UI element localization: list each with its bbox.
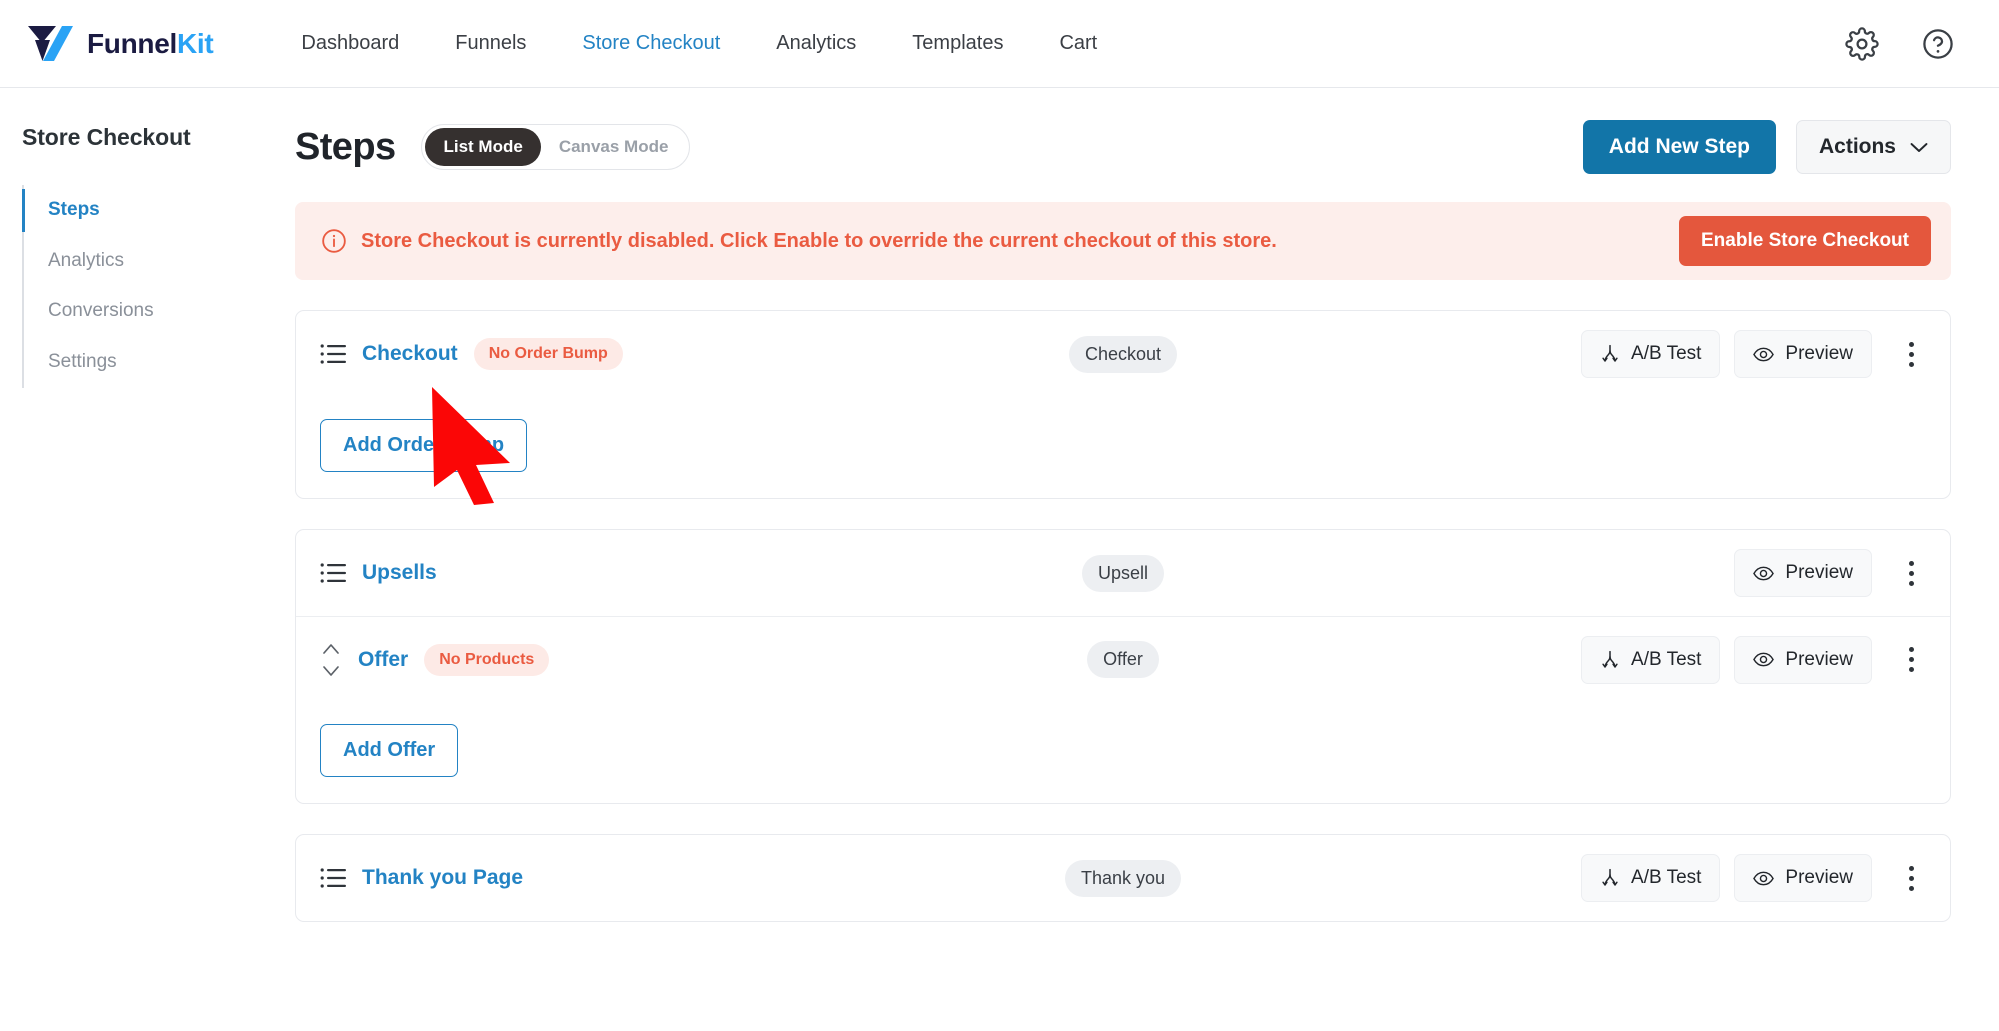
brand-logo[interactable]: FunnelKit xyxy=(26,23,213,65)
nav-item-analytics[interactable]: Analytics xyxy=(748,22,884,65)
step-row-actions: A/B Test Preview xyxy=(1581,854,1928,902)
step-name-link[interactable]: Offer xyxy=(358,648,408,672)
preview-label: Preview xyxy=(1785,562,1853,584)
preview-button[interactable]: Preview xyxy=(1734,549,1872,597)
preview-button[interactable]: Preview xyxy=(1734,636,1872,684)
step-badge: No Products xyxy=(424,644,549,676)
preview-button[interactable]: Preview xyxy=(1734,854,1872,902)
nav-item-dashboard[interactable]: Dashboard xyxy=(273,22,427,65)
steps-header: Steps List Mode Canvas Mode Add New Step… xyxy=(295,116,1951,178)
nav-item-funnels[interactable]: Funnels xyxy=(427,22,554,65)
more-vertical-icon[interactable] xyxy=(1894,556,1928,590)
mode-canvas[interactable]: Canvas Mode xyxy=(541,128,687,166)
actions-dropdown-button[interactable]: Actions xyxy=(1796,120,1951,174)
eye-icon xyxy=(1753,566,1774,581)
eye-icon xyxy=(1753,652,1774,667)
mode-list[interactable]: List Mode xyxy=(425,128,540,166)
store-checkout-disabled-notice: Store Checkout is currently disabled. Cl… xyxy=(295,202,1951,280)
step-type-pill: Thank you xyxy=(1065,860,1181,897)
ab-test-label: A/B Test xyxy=(1631,343,1701,365)
preview-label: Preview xyxy=(1785,867,1853,889)
step-row-upsells: Upsells Upsell Preview xyxy=(296,530,1950,616)
step-row-left: Checkout No Order Bump xyxy=(320,338,623,370)
main-nav: Dashboard Funnels Store Checkout Analyti… xyxy=(273,22,1125,65)
step-type-pill: Upsell xyxy=(1082,555,1164,592)
preview-label: Preview xyxy=(1785,343,1853,365)
step-name-link[interactable]: Thank you Page xyxy=(362,866,523,890)
step-row-offer: Offer No Products Offer xyxy=(296,616,1950,702)
step-type-container: Upsell xyxy=(296,555,1950,592)
eye-icon xyxy=(1753,871,1774,886)
page-body: Store Checkout Steps Analytics Conversio… xyxy=(0,88,1999,1031)
enable-store-checkout-button[interactable]: Enable Store Checkout xyxy=(1679,216,1931,266)
ab-test-button[interactable]: A/B Test xyxy=(1581,330,1720,378)
app-root: FunnelKit Dashboard Funnels Store Checko… xyxy=(0,0,1999,1031)
split-test-icon xyxy=(1600,344,1620,364)
step-name-link[interactable]: Checkout xyxy=(362,342,458,366)
split-test-icon xyxy=(1600,868,1620,888)
sidebar-nav: Steps Analytics Conversions Settings xyxy=(22,185,283,388)
brand-name-first: Funnel xyxy=(87,28,177,59)
step-type-pill: Checkout xyxy=(1069,336,1177,373)
actions-label: Actions xyxy=(1819,135,1896,159)
more-vertical-icon[interactable] xyxy=(1894,861,1928,895)
brand-name: FunnelKit xyxy=(87,28,213,60)
step-card-upsells: Upsells Upsell Preview xyxy=(295,529,1951,804)
step-card-thankyou: Thank you Page Thank you xyxy=(295,834,1951,922)
list-icon xyxy=(320,562,346,584)
add-order-bump-button[interactable]: Add Order Bump xyxy=(320,419,527,472)
list-icon xyxy=(320,343,346,365)
step-card-footer: Add Order Bump xyxy=(296,397,1950,498)
step-card-checkout: Checkout No Order Bump Checkout xyxy=(295,310,1951,499)
sidebar-item-analytics[interactable]: Analytics xyxy=(24,236,283,287)
preview-button[interactable]: Preview xyxy=(1734,330,1872,378)
step-row-actions: A/B Test Preview xyxy=(1581,636,1928,684)
nav-item-cart[interactable]: Cart xyxy=(1031,22,1125,65)
step-row-checkout: Checkout No Order Bump Checkout xyxy=(296,311,1950,397)
step-badge: No Order Bump xyxy=(474,338,623,370)
info-circle-icon xyxy=(321,228,347,254)
notice-message: Store Checkout is currently disabled. Cl… xyxy=(361,228,1277,254)
sidebar-title: Store Checkout xyxy=(22,124,283,151)
view-mode-toggle: List Mode Canvas Mode xyxy=(421,124,690,170)
more-vertical-icon[interactable] xyxy=(1894,337,1928,371)
step-row-left: Offer No Products xyxy=(320,638,549,682)
ab-test-button[interactable]: A/B Test xyxy=(1581,636,1720,684)
nav-item-templates[interactable]: Templates xyxy=(884,22,1031,65)
sidebar-item-steps[interactable]: Steps xyxy=(24,185,283,236)
step-card-footer: Add Offer xyxy=(296,702,1950,803)
step-row-left: Thank you Page xyxy=(320,866,523,890)
step-name-link[interactable]: Upsells xyxy=(362,561,437,585)
add-offer-button[interactable]: Add Offer xyxy=(320,724,458,777)
help-circle-icon[interactable] xyxy=(1921,27,1955,61)
eye-icon xyxy=(1753,347,1774,362)
step-row-thankyou: Thank you Page Thank you xyxy=(296,835,1950,921)
step-type-pill: Offer xyxy=(1087,641,1159,678)
main-content: Steps List Mode Canvas Mode Add New Step… xyxy=(283,88,1999,1031)
sidebar-item-conversions[interactable]: Conversions xyxy=(24,286,283,337)
split-test-icon xyxy=(1600,650,1620,670)
preview-label: Preview xyxy=(1785,649,1853,671)
chevron-down-icon xyxy=(1910,142,1928,153)
brand-name-second: Kit xyxy=(177,28,213,59)
top-bar-actions xyxy=(1845,27,1955,61)
ab-test-button[interactable]: A/B Test xyxy=(1581,854,1720,902)
step-row-actions: A/B Test Preview xyxy=(1581,330,1928,378)
more-vertical-icon[interactable] xyxy=(1894,643,1928,677)
add-new-step-button[interactable]: Add New Step xyxy=(1583,120,1776,174)
header-actions: Add New Step Actions xyxy=(1583,120,1951,174)
sidebar-item-settings[interactable]: Settings xyxy=(24,337,283,388)
step-row-actions: Preview xyxy=(1734,549,1928,597)
nav-item-store-checkout[interactable]: Store Checkout xyxy=(554,22,748,65)
funnelkit-logo-icon xyxy=(26,23,78,65)
ab-test-label: A/B Test xyxy=(1631,867,1701,889)
page-title: Steps xyxy=(295,126,395,169)
sidebar: Store Checkout Steps Analytics Conversio… xyxy=(0,88,283,1031)
top-navigation-bar: FunnelKit Dashboard Funnels Store Checko… xyxy=(0,0,1999,88)
list-icon xyxy=(320,867,346,889)
ab-test-label: A/B Test xyxy=(1631,649,1701,671)
sort-updown-icon[interactable] xyxy=(320,638,342,682)
step-row-left: Upsells xyxy=(320,561,437,585)
gear-icon[interactable] xyxy=(1845,27,1879,61)
